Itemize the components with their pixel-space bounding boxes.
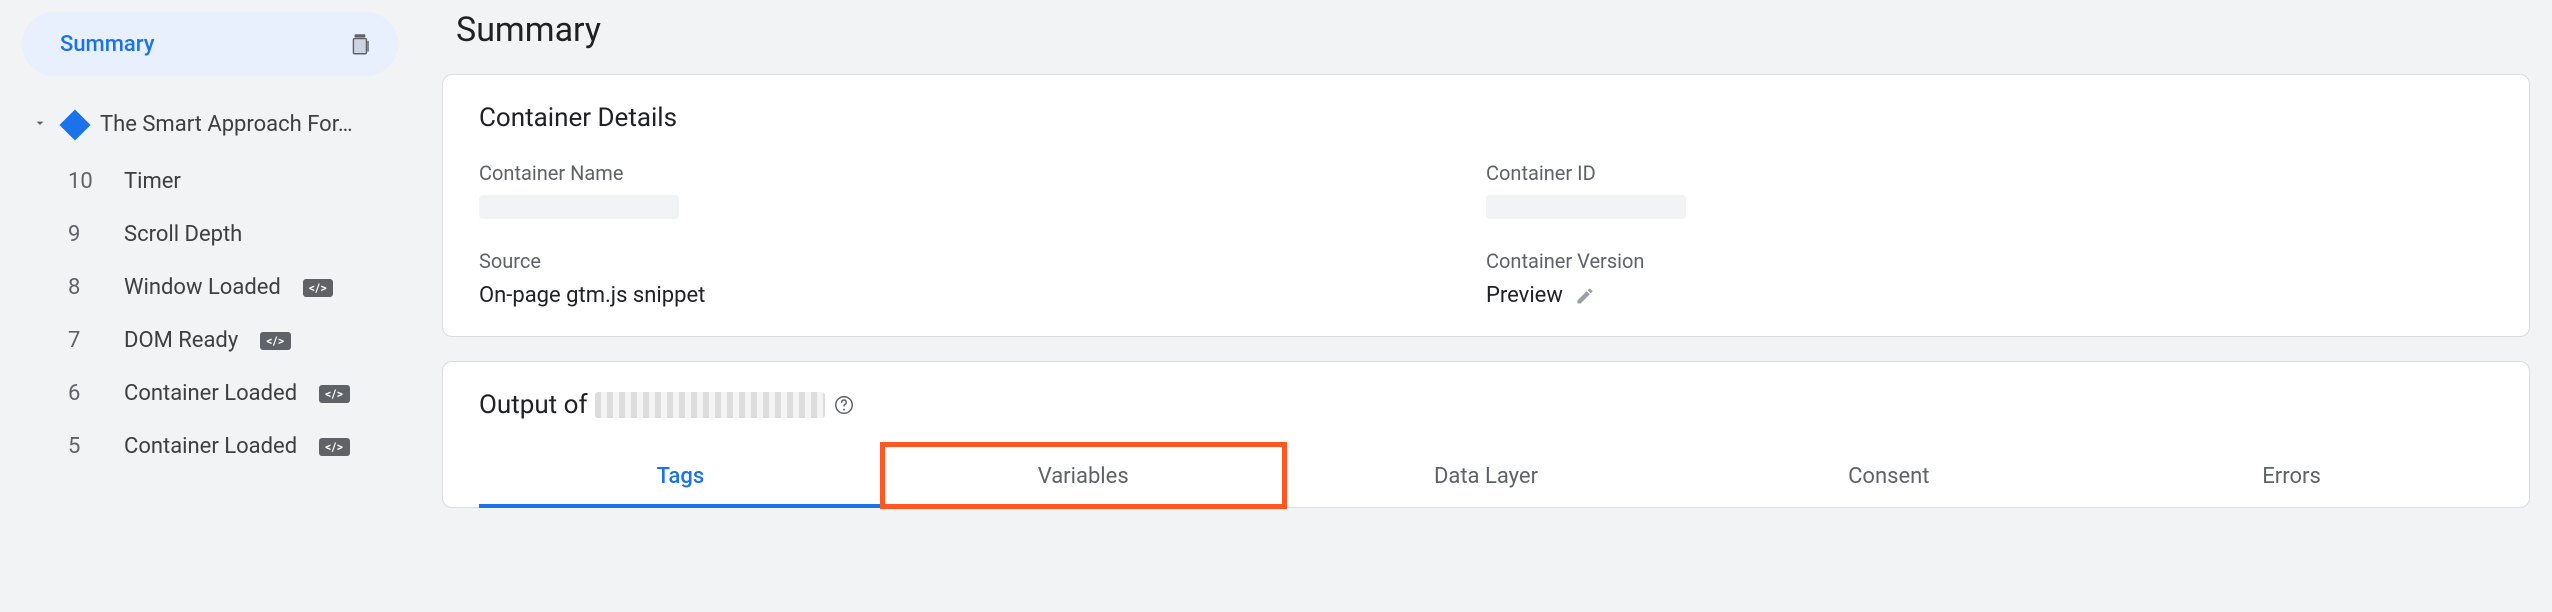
caret-down-icon [32,112,50,137]
page-diamond-icon [59,109,90,140]
event-label: Timer [124,169,181,194]
event-row[interactable]: 10 Timer [0,155,420,208]
container-name-label: Container Name [479,161,1486,185]
event-number: 8 [68,275,102,300]
sidebar: Summary The Smart Approach For… 10 Timer 9… [0,0,420,612]
event-label: Container Loaded [124,434,297,459]
output-heading: Output of [479,390,2493,420]
code-badge-icon: </> [319,438,349,456]
event-number: 7 [68,328,102,353]
code-badge-icon: </> [319,385,349,403]
event-label: DOM Ready [124,328,238,353]
code-badge-icon: </> [260,332,290,350]
page-title: Summary [442,10,2530,50]
page-group[interactable]: The Smart Approach For… [0,100,420,149]
tab-data-layer[interactable]: Data Layer [1285,444,1688,507]
container-id-value-redacted [1486,195,1686,219]
event-row[interactable]: 7 DOM Ready </> [0,314,420,367]
event-row[interactable]: 8 Window Loaded </> [0,261,420,314]
event-number: 10 [68,169,102,194]
container-version-label: Container Version [1486,249,2493,273]
event-row[interactable]: 6 Container Loaded </> [0,367,420,420]
tab-tags[interactable]: Tags [479,444,882,507]
container-id-field: Container ID [1486,161,2493,219]
container-id-label: Container ID [1486,161,2493,185]
event-number: 9 [68,222,102,247]
container-version-value: Preview [1486,283,1563,308]
tab-errors[interactable]: Errors [2090,444,2493,507]
summary-nav-label: Summary [60,32,155,57]
help-icon[interactable] [833,394,855,416]
output-tab-bar: TagsVariablesData LayerConsentErrors [479,444,2493,507]
container-details-card: Container Details Container Name Contain… [442,74,2530,337]
output-container-id-redacted [595,392,825,418]
tab-variables[interactable]: Variables [882,444,1285,507]
event-row[interactable]: 9 Scroll Depth [0,208,420,261]
event-label: Window Loaded [124,275,281,300]
container-name-value-redacted [479,195,679,219]
main-content: Summary Container Details Container Name… [420,0,2552,612]
event-row[interactable]: 5 Container Loaded </> [0,420,420,473]
event-label: Container Loaded [124,381,297,406]
output-card: Output of TagsVariablesData LayerConsent… [442,361,2530,508]
container-version-field: Container Version Preview [1486,249,2493,308]
code-badge-icon: </> [303,279,333,297]
container-details-heading: Container Details [479,103,2493,133]
clear-icon[interactable] [348,31,374,57]
output-heading-prefix: Output of [479,390,587,420]
summary-nav-item[interactable]: Summary [22,12,398,76]
source-field: Source On-page gtm.js snippet [479,249,1486,308]
tab-consent[interactable]: Consent [1687,444,2090,507]
event-number: 5 [68,434,102,459]
event-label: Scroll Depth [124,222,242,247]
pencil-icon[interactable] [1575,286,1595,306]
page-name: The Smart Approach For… [100,112,353,137]
event-list: 10 Timer 9 Scroll Depth 8 Window Loaded </> 7 DO… [0,149,420,473]
event-number: 6 [68,381,102,406]
source-label: Source [479,249,1486,273]
container-name-field: Container Name [479,161,1486,219]
source-value: On-page gtm.js snippet [479,283,1486,308]
